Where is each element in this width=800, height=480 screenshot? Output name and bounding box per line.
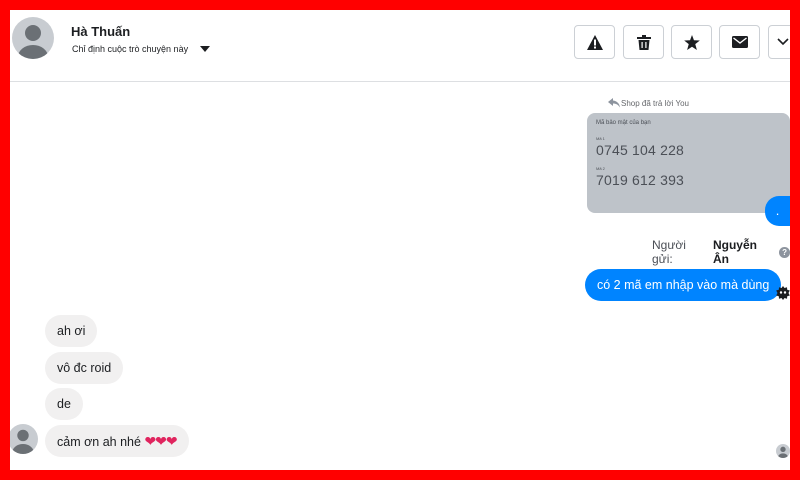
incoming-message-bubble[interactable]: cảm ơn ah nhé ❤❤❤ [45, 425, 189, 457]
more-options-button[interactable] [768, 25, 790, 59]
shared-message-card[interactable]: Mã bảo mật của bạn Mã 1 0745 104 228 Mã … [587, 113, 790, 213]
sender-prefix: Người gửi: [652, 238, 686, 266]
star-icon [683, 34, 700, 50]
contact-avatar[interactable] [12, 17, 54, 59]
contact-name[interactable]: Hà Thuấn [71, 24, 130, 39]
assign-label: Chỉ định cuộc trò chuyện này [72, 44, 189, 54]
code-1-label: Mã 1 [596, 136, 605, 141]
reply-indicator: Shop đã trả lời You [608, 98, 689, 108]
contact-avatar-small[interactable] [10, 424, 38, 454]
outgoing-message-bubble[interactable]: có 2 mã em nhập vào mà dùng [585, 269, 782, 301]
incoming-message-bubble[interactable]: vô đc roid [45, 352, 124, 384]
card-title: Mã bảo mật của bạn [596, 120, 651, 126]
reply-label: Shop đã trả lời You [621, 98, 689, 108]
incoming-message-bubble[interactable]: ah ơi [45, 315, 98, 347]
warning-icon [586, 34, 603, 50]
report-button[interactable] [574, 25, 615, 59]
code-2-label: Mã 2 [596, 166, 605, 171]
seen-indicator-avatar [776, 444, 790, 458]
conversation-panel: Hà Thuấn Chỉ định cuộc trò chuyện này Sh… [10, 10, 790, 470]
bot-icon [776, 286, 790, 300]
trash-icon [636, 34, 651, 50]
assign-conversation-dropdown[interactable]: Chỉ định cuộc trò chuyện này [72, 44, 211, 54]
incoming-message-bubble[interactable]: de [45, 388, 83, 420]
conversation-header: Hà Thuấn Chỉ định cuộc trò chuyện này [10, 10, 790, 82]
user-silhouette-icon [18, 25, 48, 59]
code-1-value: 0745 104 228 [596, 142, 685, 158]
outgoing-message-bubble[interactable]: . [765, 196, 790, 226]
reply-arrow-icon [608, 98, 620, 108]
chevron-down-icon [777, 38, 789, 46]
mark-unread-button[interactable] [719, 25, 760, 59]
help-icon[interactable]: ? [779, 246, 790, 258]
sender-name: Nguyễn Ân [712, 238, 757, 266]
delete-button[interactable] [623, 25, 664, 59]
caret-down-icon [200, 46, 211, 52]
code-2-value: 7019 612 393 [596, 172, 685, 188]
envelope-icon [731, 36, 748, 48]
message-text: cảm ơn ah nhé [57, 435, 141, 449]
sender-info: Người gửi: Nguyễn Ân ? [652, 238, 790, 266]
heart-emoji-icon: ❤❤❤ [144, 433, 177, 449]
star-button[interactable] [671, 25, 712, 59]
user-silhouette-icon [778, 446, 788, 458]
user-silhouette-icon [12, 429, 34, 454]
